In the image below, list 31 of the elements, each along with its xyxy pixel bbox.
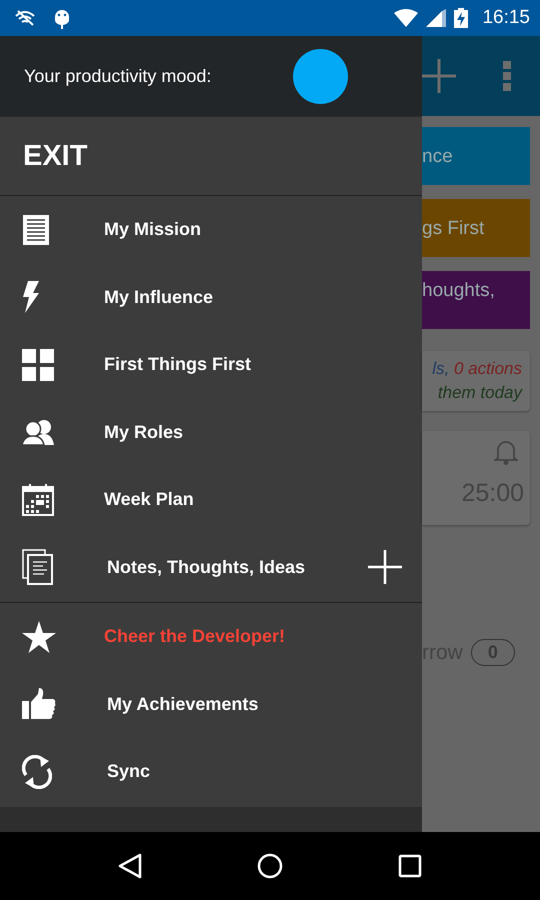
battery-charging-icon [454,8,468,28]
summary-text: them today [438,383,522,403]
menu-item[interactable]: Sync [107,761,150,782]
back-icon[interactable] [118,853,142,879]
notes-icon [22,549,54,586]
wifi-icon [394,9,418,27]
exit-menu-item[interactable]: EXIT [23,140,88,172]
menu-item[interactable]: My Mission [104,219,202,240]
people-icon [22,419,54,446]
home-icon[interactable] [256,853,283,879]
menu-item[interactable]: Week Plan [104,489,194,510]
menu-item[interactable]: My Roles [104,422,184,443]
grid-icon [22,348,54,381]
android-icon [54,7,70,29]
signal-icon [426,9,446,27]
menu-item[interactable]: First Things First [104,354,252,376]
sync-icon [22,754,52,789]
menu-item[interactable]: Notes, Thoughts, Ideas [107,556,306,578]
category-card[interactable]: houghts, [422,271,530,329]
status-time: 16:15 [482,7,530,29]
menu-item[interactable]: My Influence [104,286,214,308]
thumbs-up-icon [22,688,56,720]
mood-label: Your productivity mood: [24,66,212,86]
calendar-icon [22,484,54,516]
document-icon [22,214,50,246]
menu-item[interactable]: My Achievements [107,694,258,715]
recent-apps-icon[interactable] [398,854,422,878]
summary-text: ls, 0 actions [432,359,522,379]
star-icon [22,620,56,653]
wifi-off-icon [14,10,36,26]
lightning-icon [22,281,40,314]
